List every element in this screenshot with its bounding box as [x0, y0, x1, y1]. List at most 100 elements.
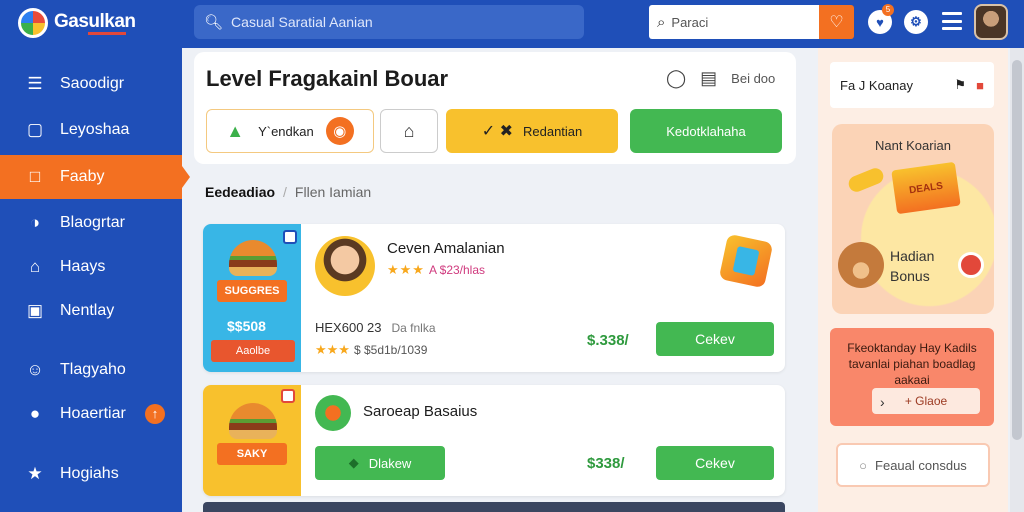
- product-badge-icon: [315, 395, 351, 431]
- green-chip-label: Kedotklahaha: [666, 123, 746, 139]
- product-price: $338/: [587, 455, 625, 472]
- sidebar-item-label: Leyoshaa: [60, 121, 130, 138]
- pin-icon[interactable]: ⚑: [954, 77, 966, 93]
- burger-image: [229, 403, 277, 439]
- sidebar-item-label: Haays: [60, 258, 106, 275]
- product-name[interactable]: Saroeap Basaius: [363, 403, 477, 420]
- order-button-label: Dlakew: [368, 455, 412, 471]
- bear-mascot-icon: [838, 242, 884, 288]
- sidebar-item-leyoshaa[interactable]: ▢ Leyoshaa: [0, 108, 182, 152]
- product-sku: HEX600 23 Da fnlka: [315, 320, 436, 335]
- page-title: Level Fragakainl Bouar: [206, 66, 449, 91]
- product-card[interactable]: SAKY Saroeap Basaius ◆ Dlakew $338/ Ceke…: [203, 385, 785, 496]
- thumb-title: SAKY: [217, 443, 287, 465]
- deals-flag: DEALS: [891, 161, 961, 215]
- chat-icon: ◑: [29, 213, 41, 232]
- page-icon: ▣: [26, 301, 44, 320]
- sidebar-item-blaogrtar[interactable]: ◑ Blaogrtar: [0, 201, 182, 245]
- right-panel-title: Fa J Koanay: [840, 77, 913, 93]
- close-icon[interactable]: ■: [976, 78, 984, 93]
- sidebar-item-tlagyaho[interactable]: ☺ Tlagyaho: [0, 348, 182, 392]
- search-icon: 🔍︎: [204, 14, 224, 31]
- scrollbar-thumb[interactable]: [1012, 60, 1022, 440]
- brand-name[interactable]: Gasulkan: [54, 11, 136, 33]
- sidebar-item-nentlay[interactable]: ▣ Nentlay: [0, 289, 182, 333]
- sidebar-item-label: Nentlay: [60, 302, 115, 319]
- chef-hat-icon: ⌂: [403, 120, 415, 141]
- check-icon: ✓ ✖: [481, 123, 513, 140]
- sidebar-item-label: Tlagyaho: [60, 361, 126, 378]
- green-action-chip[interactable]: Kedotklahaha: [630, 109, 782, 153]
- main-search-input[interactable]: 🔍︎ Casual Saratial Aanian: [194, 5, 584, 39]
- secondary-search-input[interactable]: ⌕ Paraci: [649, 5, 819, 39]
- bonus-title: Nant Koarian: [875, 138, 951, 153]
- spark-icon: [846, 165, 886, 195]
- user-avatar[interactable]: [974, 4, 1008, 40]
- product-card[interactable]: SUGGRES $$508 Aaolbe Ceven Amalanian ★★★…: [203, 224, 785, 372]
- product-rating: ★★★ A $23/hlas: [387, 262, 486, 277]
- document-icon: □: [29, 167, 41, 186]
- sidebar-item-label: Blaogrtar: [60, 214, 125, 231]
- secondary-search-button[interactable]: ♡: [819, 5, 854, 39]
- right-panel-header[interactable]: Fa J Koanay ⚑ ■: [830, 62, 994, 108]
- list-icon: ☰: [27, 74, 43, 93]
- next-card-edge: [203, 502, 785, 512]
- product-thumbnail[interactable]: SAKY: [203, 385, 301, 496]
- chef-button[interactable]: ⌂: [380, 109, 438, 153]
- breadcrumb: Eedeadiao / Fllen Iamian: [205, 184, 372, 200]
- promo-button[interactable]: + Glaoe: [872, 388, 980, 414]
- header-card: Level Fragakainl Bouar ◯ ▤ Bei doo ▲ Y`e…: [194, 52, 796, 164]
- menu-icon[interactable]: [942, 12, 962, 30]
- notification-badge: 5: [882, 4, 894, 16]
- star-icon: ★: [27, 464, 43, 483]
- promo-card: Fkeoktanday Hay Kadils tavanlai piahan b…: [830, 328, 994, 426]
- seller-avatar: [315, 236, 375, 296]
- breadcrumb-parent[interactable]: Eedeadiao: [205, 184, 275, 200]
- product-name[interactable]: Ceven Amalanian: [387, 240, 505, 257]
- sidebar-item-haays[interactable]: ⌂ Haays: [0, 245, 182, 289]
- chevron-right-icon: ›: [880, 394, 885, 410]
- bonus-name: Hadian Bonus: [890, 248, 935, 284]
- bookmark-icon[interactable]: ▤: [700, 68, 717, 89]
- burger-image: [229, 240, 277, 276]
- sidebar-item-label: Saoodigr: [60, 75, 125, 92]
- app-logo-icon[interactable]: [18, 8, 48, 38]
- sidebar-item-label: Hoaertiar: [60, 405, 126, 422]
- sidebar-item-faaby[interactable]: □ Faaby: [0, 155, 182, 199]
- vendor-chip[interactable]: ▲ Y`endkan ◉: [206, 109, 374, 153]
- order-button[interactable]: ◆ Dlakew: [315, 446, 445, 480]
- buy-button[interactable]: Cekev: [656, 322, 774, 356]
- rating-secondary-text: $ $5d1b/1039: [353, 343, 428, 357]
- sidebar-badge: ↑: [145, 404, 165, 424]
- search-placeholder: Casual Saratial Aanian: [231, 14, 373, 30]
- search-icon: ⌕: [657, 13, 666, 31]
- target-icon: ◉: [325, 117, 354, 145]
- settings-icon[interactable]: ⚙: [904, 10, 928, 34]
- feedback-button-label: Feaual consdus: [875, 457, 967, 473]
- thumb-button[interactable]: Aaolbe: [211, 340, 295, 362]
- search-icon[interactable]: ◯: [666, 68, 686, 89]
- sku-note: Da fnlka: [391, 321, 436, 335]
- breadcrumb-current: Fllen Iamian: [294, 184, 372, 200]
- sidebar-item-saoodigr[interactable]: ☰ Saoodigr: [0, 62, 182, 106]
- promo-chip-label: Redantian: [522, 123, 583, 139]
- gift-icon[interactable]: [958, 252, 984, 278]
- secondary-search-placeholder: Paraci: [671, 14, 709, 30]
- feedback-button[interactable]: ○ Feaual consdus: [836, 443, 990, 487]
- rating-text: A $23/hlas: [428, 263, 486, 277]
- window-icon: ▢: [26, 120, 44, 139]
- tree-icon: ▲: [226, 120, 245, 141]
- bonus-card[interactable]: Nant Koarian DEALS Hadian Bonus: [832, 124, 994, 314]
- buy-button[interactable]: Cekev: [656, 446, 774, 480]
- product-rating-secondary: ★★★ $ $5d1b/1039: [315, 342, 428, 357]
- sidebar-item-label: Faaby: [60, 168, 105, 185]
- product-thumbnail[interactable]: SUGGRES $$508 Aaolbe: [203, 224, 301, 372]
- tag-icon: [281, 389, 295, 403]
- sidebar-item-hogiahs[interactable]: ★ Hogiahs: [0, 452, 182, 496]
- vendor-chip-label: Y`endkan: [258, 123, 314, 139]
- feedback-icon: ○: [859, 457, 868, 473]
- sidebar-item-label: Hogiahs: [60, 465, 119, 482]
- promo-chip[interactable]: ✓ ✖ Redantian: [446, 109, 618, 153]
- wallet-icon: [718, 233, 774, 289]
- header-action-text[interactable]: Bei doo: [731, 71, 775, 86]
